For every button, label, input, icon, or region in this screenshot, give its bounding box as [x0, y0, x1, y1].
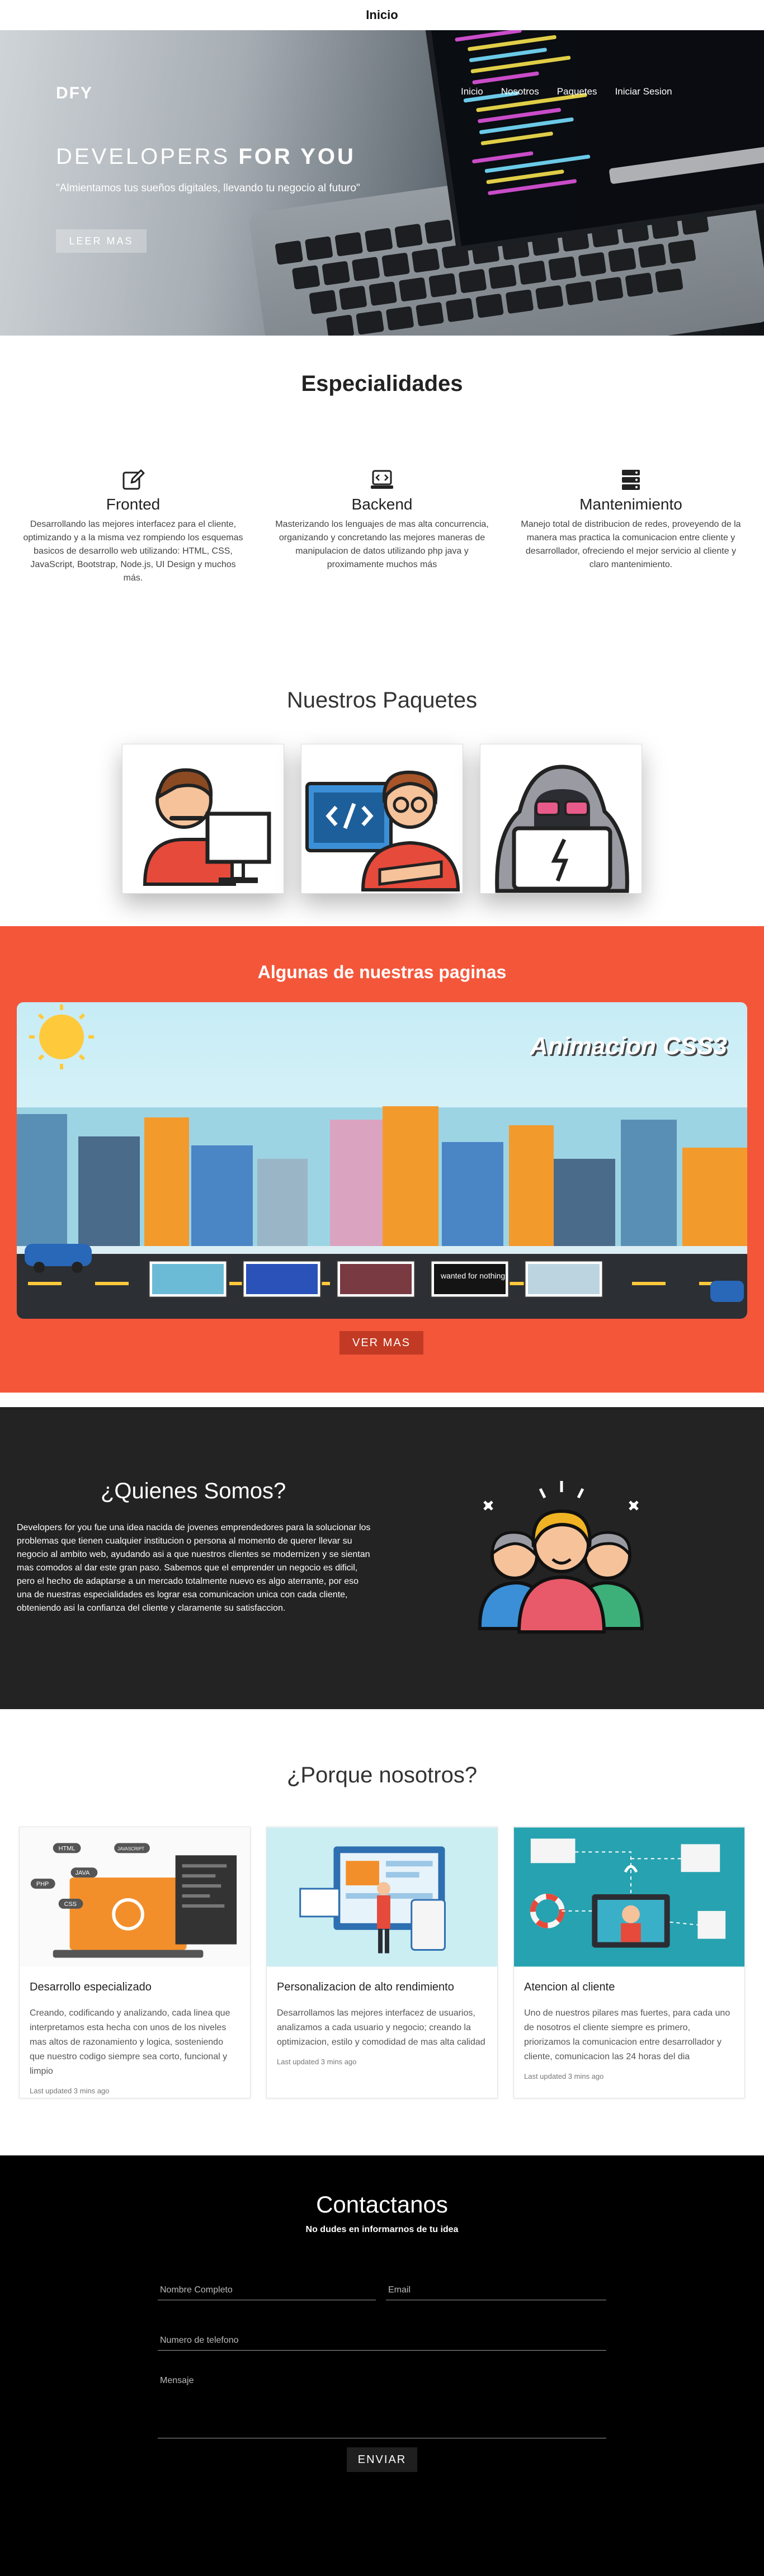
especialidad-fronted: Fronted Desarrollando las mejores interf… [16, 468, 251, 585]
thumbnail-text: wanted for nothing [440, 1271, 505, 1280]
contacto-title: Contactanos [316, 2191, 448, 2218]
especialidades-title: Especialidades [301, 371, 463, 396]
paquetes-title: Nuestros Paquetes [286, 688, 478, 713]
card-text: Uno de nuestros pilares mas fuertes, par… [524, 2008, 730, 2061]
top-bar: Inicio [0, 0, 764, 30]
card-updated: Last updated 3 mins ago [30, 2087, 110, 2095]
paginas-section: Algunas de nuestras paginas wanted for n… [0, 926, 764, 1393]
especialidad-name: Fronted [106, 496, 161, 513]
especialidad-desc: Manejo total de distribucion de redes, p… [521, 520, 741, 569]
server-icon [622, 470, 640, 490]
nav-item-iniciar-sesion[interactable]: Iniciar Sesion [615, 86, 672, 97]
card-title: Personalizacion de alto rendimiento [277, 1981, 454, 1993]
especialidad-desc: Masterizando los lenguajes de mas alta c… [275, 520, 489, 569]
porque-card[interactable]: Atencion al cliente Uno de nuestros pila… [513, 1827, 745, 2098]
hero-title: DEVELOPERS FOR YOU [56, 144, 356, 169]
paquete-card[interactable] [480, 744, 642, 894]
card-text: Creando, codificando y analizando, cada … [30, 2008, 230, 2076]
nav-item-inicio[interactable]: Inicio [461, 86, 483, 97]
programmer-illustration [305, 770, 460, 891]
paquete-card[interactable] [122, 744, 284, 894]
desarrollo-illustration: HTML JAVASCRIPT PHP JAVA CSS [20, 1827, 250, 1967]
hero-subtitle: "Almientamos tus sueños digitales, lleva… [56, 182, 360, 194]
page: Inicio DFY Inicio Nosotros Paquetes Inic… [0, 0, 764, 2576]
nav-item-paquetes[interactable]: Paquetes [557, 86, 597, 97]
paginas-title: Algunas de nuestras paginas [257, 962, 507, 982]
quienes-somos-section: ¿Quienes Somos? Developers for you fue u… [0, 1407, 764, 1709]
svg-text:JAVA: JAVA [76, 1870, 90, 1876]
svg-text:JAVASCRIPT: JAVASCRIPT [117, 1846, 144, 1851]
quienes-somos-title: ¿Quienes Somos? [101, 1479, 286, 1503]
main-nav: Inicio Nosotros Paquetes Iniciar Sesion [461, 86, 672, 97]
especialidad-mantenimiento: Mantenimiento Manejo total de distribuci… [513, 468, 748, 572]
porque-nosotros-title: ¿Porque nosotros? [286, 1763, 478, 1787]
personalizacion-illustration [267, 1827, 497, 1967]
email-input[interactable] [386, 2281, 606, 2300]
card-updated: Last updated 3 mins ago [277, 2058, 357, 2066]
leer-mas-button[interactable]: LEER MAS [56, 229, 147, 253]
enviar-button[interactable]: ENVIAR [347, 2447, 417, 2472]
svg-text:CSS: CSS [64, 1901, 77, 1908]
card-title: Desarrollo especializado [30, 1981, 152, 1993]
contacto-subtitle: No dudes en informarnos de tu idea [305, 2225, 459, 2234]
especialidad-desc: Desarrollando las mejores interfacez par… [23, 520, 243, 583]
animacion-css3-label: Animacion CSS3 [530, 1032, 727, 1060]
nombre-input[interactable] [158, 2281, 376, 2300]
page-title: Inicio [366, 8, 398, 22]
svg-text:PHP: PHP [36, 1881, 49, 1888]
telefono-input[interactable] [158, 2331, 606, 2351]
code-laptop-icon [371, 470, 393, 489]
especialidad-backend: Backend Masterizando los lenguajes de ma… [265, 468, 499, 572]
edit-icon [122, 469, 145, 490]
especialidad-name: Backend [351, 496, 413, 513]
hero-section: DFY Inicio Nosotros Paquetes Iniciar Ses… [0, 30, 764, 336]
paquete-card[interactable] [301, 744, 463, 894]
contacto-section: Contactanos No dudes en informarnos de t… [0, 2155, 764, 2576]
logo[interactable]: DFY [56, 84, 93, 103]
mensaje-textarea[interactable] [158, 2371, 606, 2438]
especialidad-name: Mantenimiento [579, 496, 682, 513]
card-title: Atencion al cliente [524, 1981, 615, 1993]
nav-item-nosotros[interactable]: Nosotros [501, 86, 539, 97]
porque-card[interactable]: HTML JAVASCRIPT PHP JAVA CSS Desarrollo … [19, 1827, 251, 2098]
card-updated: Last updated 3 mins ago [524, 2072, 604, 2080]
hacker-illustration [495, 765, 629, 893]
atencion-illustration [514, 1827, 744, 1967]
team-illustration [478, 1481, 644, 1634]
quienes-somos-text: Developers for you fue una idea nacida d… [17, 1523, 371, 1613]
svg-text:HTML: HTML [59, 1845, 76, 1852]
animacion-css3-image[interactable]: wanted for nothing Animacion CSS3 [17, 1002, 747, 1319]
ver-mas-button[interactable]: VER MAS [339, 1331, 423, 1355]
porque-card[interactable]: Personalizacion de alto rendimiento Desa… [266, 1827, 498, 2098]
card-text: Desarrollamos las mejores interfacez de … [277, 2008, 485, 2047]
developer-illustration [134, 756, 273, 886]
